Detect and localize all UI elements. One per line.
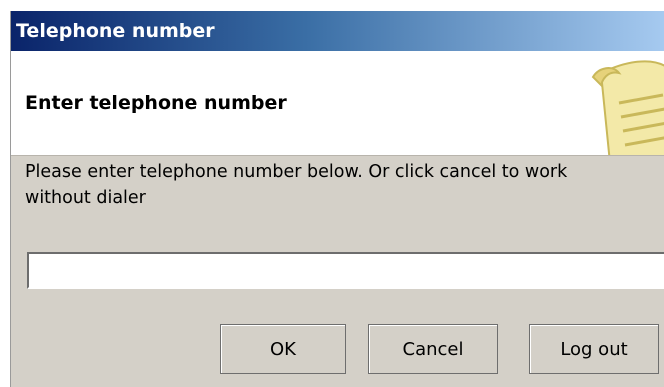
dialog-header: Enter telephone number	[11, 51, 664, 156]
header-title: Enter telephone number	[25, 92, 287, 114]
dialog-title-bar[interactable]: Telephone number	[11, 11, 664, 51]
cancel-button[interactable]: Cancel	[368, 324, 498, 374]
instructions-text: Please enter telephone number below. Or …	[25, 162, 568, 208]
log-out-button[interactable]: Log out	[529, 324, 659, 374]
ok-button[interactable]: OK	[220, 324, 346, 374]
dialog-title: Telephone number	[16, 20, 215, 42]
telephone-number-dialog: Telephone number Enter telephone number …	[10, 11, 664, 387]
scroll-icon	[591, 60, 664, 155]
telephone-number-input[interactable]	[27, 252, 664, 289]
